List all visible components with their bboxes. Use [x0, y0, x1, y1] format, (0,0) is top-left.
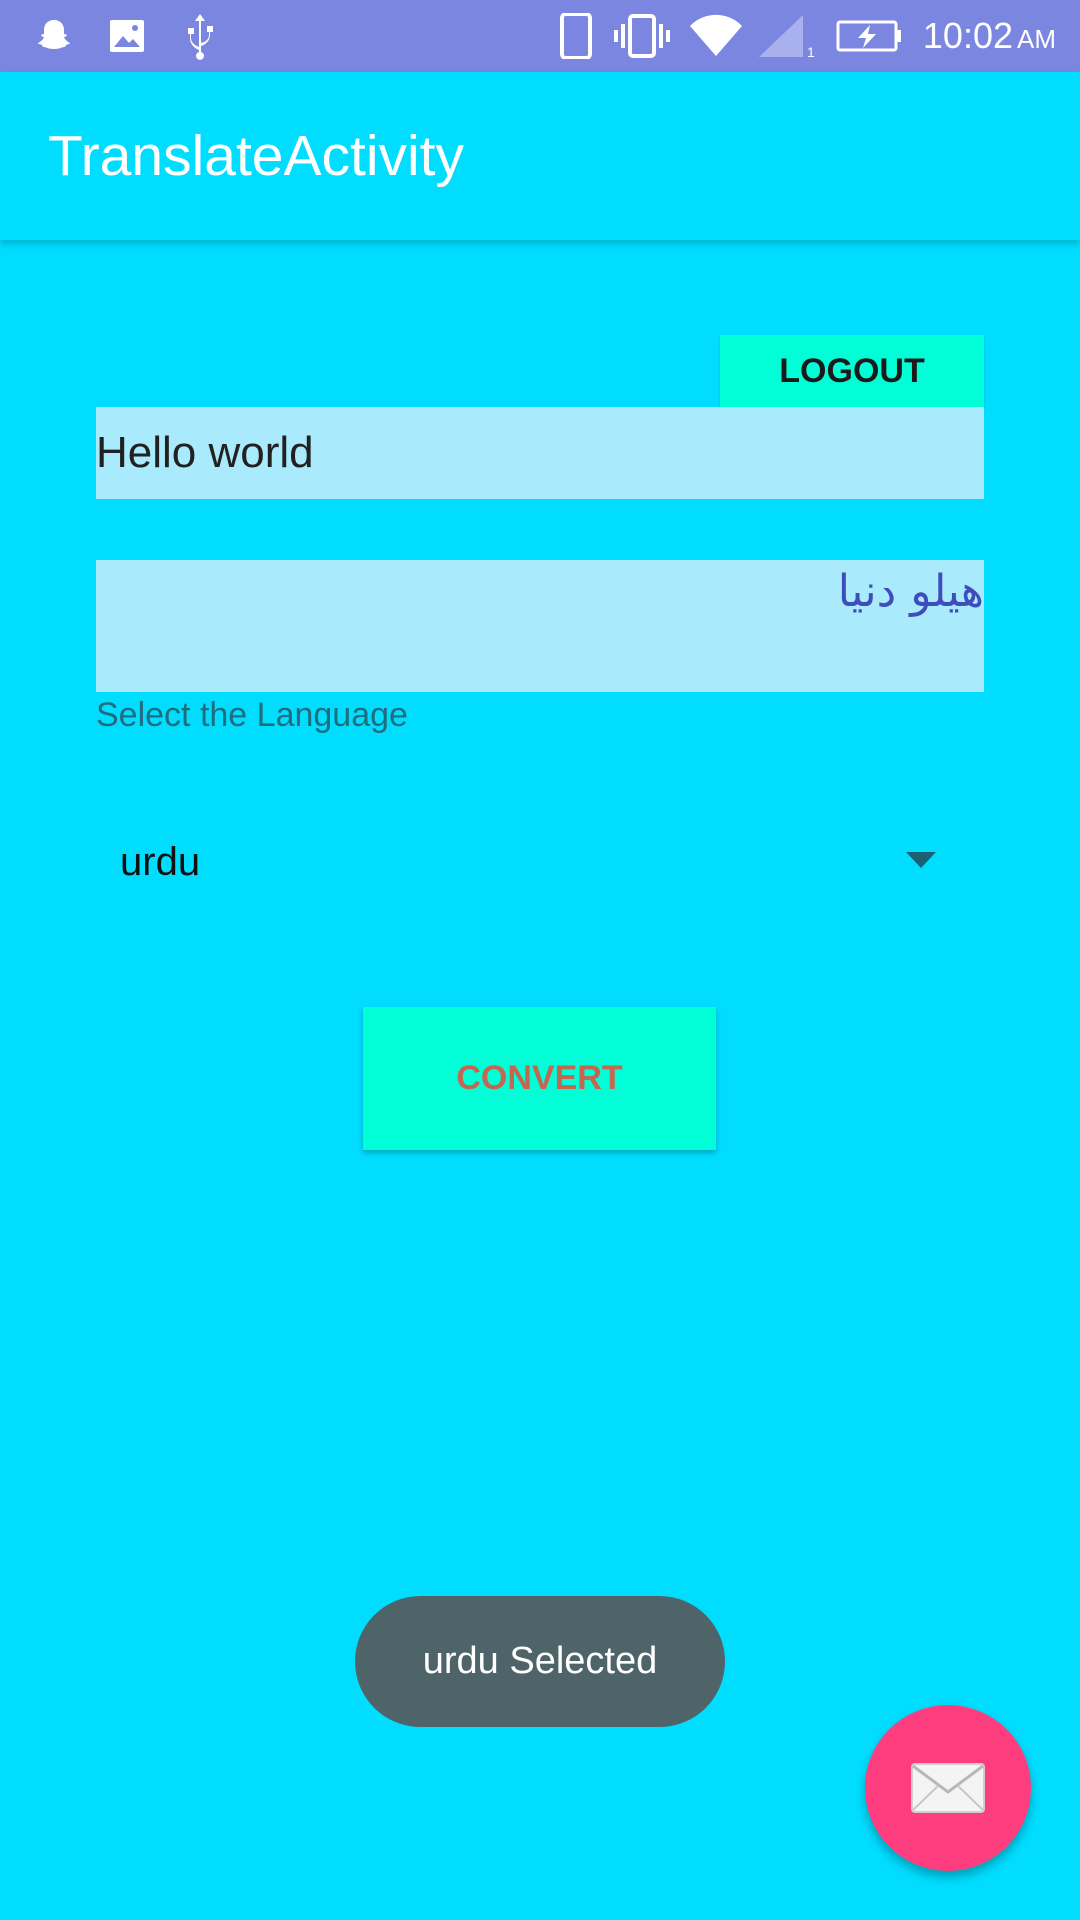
language-label: Select the Language [96, 696, 408, 734]
svg-text:1: 1 [807, 44, 815, 59]
translated-text: هیلو دنیا [837, 566, 984, 617]
language-spinner[interactable]: urdu [96, 820, 936, 904]
envelope-icon [910, 1762, 986, 1814]
app-bar: TranslateActivity [0, 72, 1080, 240]
clock-time: 10:02 [922, 15, 1013, 56]
logout-button[interactable]: LOGOUT [720, 335, 984, 407]
wifi-icon [688, 12, 744, 60]
convert-button[interactable]: CONVERT [363, 1007, 716, 1150]
clock: 10:02 AM [923, 0, 1056, 72]
translated-text-field[interactable]: هیلو دنیا [96, 560, 984, 692]
image-icon [103, 12, 151, 60]
status-bar: 1 10:02 AM [0, 0, 1080, 72]
snapchat-icon [30, 12, 78, 60]
battery-charging-icon [836, 12, 902, 60]
dropdown-arrow-icon [906, 852, 936, 868]
fab-email-button[interactable] [865, 1705, 1031, 1871]
signal-icon: 1 [757, 12, 817, 60]
vibrate-icon [614, 12, 670, 60]
app-title: TranslateActivity [48, 124, 465, 188]
phone-icon [556, 12, 596, 60]
toast: urdu Selected [355, 1596, 725, 1727]
clock-ampm: AM [1017, 23, 1056, 54]
source-text-input[interactable]: Hello world [96, 407, 984, 499]
usb-icon [176, 12, 224, 60]
language-selected: urdu [120, 839, 201, 884]
